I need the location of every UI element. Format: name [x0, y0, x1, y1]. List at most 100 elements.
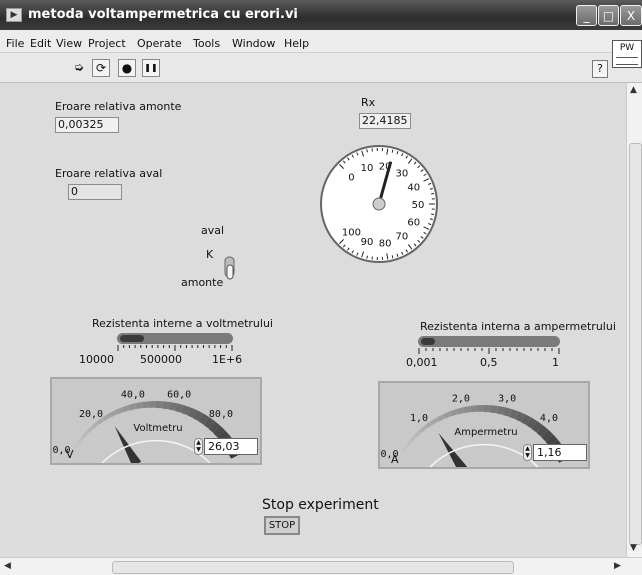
menu-edit[interactable]: Edit [30, 37, 51, 50]
reza-slider-fill [421, 338, 435, 345]
eroare-amonte-label: Eroare relativa amonte [55, 100, 182, 113]
ampermetru-spinner[interactable]: ▲ ▼ [523, 444, 532, 461]
rx-gauge-tick-label: 60 [407, 218, 420, 229]
toggle-lever [226, 264, 234, 280]
menu-operate[interactable]: Operate [137, 37, 182, 50]
voltmetru-scale-band [162, 401, 171, 410]
voltmetru-scale-band [141, 401, 150, 409]
stop-experiment-label: Stop experiment [262, 497, 379, 513]
rx-gauge-hub [372, 197, 386, 211]
menu-help[interactable]: Help [284, 37, 309, 50]
rx-gauge-tick-label: 40 [407, 182, 420, 193]
ampermetru-scale-band [401, 445, 408, 453]
rx-gauge-tick-label: 100 [342, 228, 361, 239]
eroare-aval-indicator: 0 [68, 184, 122, 200]
maximize-button[interactable]: □ [598, 5, 619, 26]
pause-icon[interactable]: ❚❚ [142, 59, 160, 77]
menu-project[interactable]: Project [88, 37, 126, 50]
ampermetru-meter: 0,01,02,03,04,05,0Ampermetru A ▲▼ 1,16 [378, 381, 590, 469]
rezv-tick-max: 1E+6 [212, 353, 243, 366]
horizontal-scroll-thumb[interactable] [112, 561, 514, 574]
ampermetru-scale-band [490, 405, 499, 414]
voltmetru-tick-label: 40,0 [121, 390, 145, 401]
menu-file[interactable]: File [6, 37, 24, 50]
rezv-tick-marks [117, 345, 233, 351]
voltmetru-meter: 0,020,040,060,080,0100,0Voltmetru V ▲▼ 2… [50, 377, 262, 465]
voltmetru-scale-band [148, 401, 156, 408]
rx-gauge-tick-label: 50 [412, 200, 425, 211]
switch-aval-label: aval [201, 224, 225, 237]
voltmetru-unit: V [66, 448, 74, 461]
rezv-tick-mid: 500000 [140, 353, 182, 366]
run-arrow-icon[interactable]: ➭ [70, 59, 88, 77]
ampermetru-dial-name: Ampermetru [454, 427, 517, 438]
rx-gauge[interactable]: 010 2030405060708090100 [318, 143, 440, 265]
stop-button[interactable]: STOP [264, 516, 300, 535]
rezv-slider[interactable] [117, 333, 233, 344]
vertical-scroll-thumb[interactable] [629, 143, 642, 545]
rx-gauge-tick [366, 149, 368, 153]
rx-gauge-tick [366, 255, 368, 259]
ampermetru-value[interactable]: 1,16 [533, 444, 587, 461]
rx-gauge-tick-label: 30 [396, 168, 409, 179]
eroare-aval-label: Eroare relativa aval [55, 167, 163, 180]
rezv-slider-fill [120, 335, 144, 342]
rx-indicator: 22,4185 [359, 113, 411, 129]
voltmetru-scale-band [135, 402, 143, 410]
menu-bar: File Edit View Project Operate Tools Win… [0, 30, 642, 53]
ampermetru-tick-label: 3,0 [498, 394, 516, 405]
vertical-scrollbar[interactable]: ▲ ▼ [626, 83, 642, 557]
close-button[interactable]: X [620, 5, 642, 26]
scroll-left-icon[interactable]: ◀ [4, 561, 11, 571]
horizontal-scrollbar[interactable]: ◀ ▶ [0, 557, 642, 575]
voltmetru-value[interactable]: 26,03 [204, 438, 258, 455]
menu-window[interactable]: Window [232, 37, 275, 50]
rx-gauge-tick-label: 10 [361, 163, 374, 174]
run-continuously-icon[interactable]: ⟳ [92, 59, 110, 77]
abort-icon[interactable]: ● [118, 59, 136, 77]
reza-label: Rezistenta interna a ampermetrului [420, 320, 616, 333]
rx-gauge-tick-label: 0 [348, 172, 354, 183]
rx-gauge-tick-label: 70 [396, 232, 409, 243]
help-icon[interactable]: ? [592, 60, 608, 78]
ampermetru-tick-label: 2,0 [452, 394, 470, 405]
reza-tick-max: 1 [552, 356, 559, 369]
voltmetru-tick-label: 80,0 [209, 409, 233, 420]
ampermetru-tick-label: 1,0 [410, 413, 428, 424]
scroll-right-icon[interactable]: ▶ [614, 561, 621, 571]
voltmetru-scale-band [156, 401, 164, 409]
reza-tick-marks [418, 348, 560, 354]
voltmetru-scale-band [73, 441, 80, 449]
ampermetru-scale-band [476, 405, 484, 412]
toolbar: ➭ ⟳ ● ❚❚ ? [0, 53, 642, 83]
minimize-button[interactable]: _ [576, 5, 597, 26]
connector-pane-label: PW [619, 43, 635, 53]
ampermetru-tick-label: 4,0 [540, 413, 558, 424]
scroll-up-icon[interactable]: ▲ [630, 85, 637, 95]
voltmetru-spinner[interactable]: ▲ ▼ [194, 438, 203, 455]
menu-tools[interactable]: Tools [193, 37, 220, 50]
rx-gauge-tick [430, 193, 435, 195]
menu-view[interactable]: View [56, 37, 82, 50]
voltmetru-tick-label: 60,0 [167, 390, 191, 401]
rezv-label: Rezistenta interne a voltmetrului [92, 317, 273, 330]
reza-tick-min: 0,001 [406, 356, 438, 369]
switch-amonte-label: amonte [181, 276, 224, 289]
connector-pane-icon: PW [612, 40, 642, 68]
front-panel: Eroare relativa amonte 0,00325 Eroare re… [0, 83, 626, 557]
switch-k-label: K [206, 248, 214, 261]
k-toggle-switch[interactable] [222, 251, 240, 283]
voltmetru-tick-label: 20,0 [79, 409, 103, 420]
reza-slider[interactable] [418, 336, 560, 347]
scroll-down-icon[interactable]: ▼ [630, 543, 637, 553]
ampermetru-scale-band [469, 405, 478, 413]
ampermetru-scale-band [405, 439, 413, 447]
ampermetru-unit: A [391, 453, 399, 466]
ampermetru-scale-band [463, 406, 471, 414]
rezv-tick-min: 10000 [79, 353, 114, 366]
reza-tick-mid: 0,5 [480, 356, 498, 369]
rx-label: Rx [361, 96, 376, 109]
ampermetru-scale-band [484, 405, 492, 413]
rx-gauge-tick [430, 213, 435, 215]
title-bar: ▶ metoda voltampermetrica cu erori.vi _ … [0, 0, 642, 30]
